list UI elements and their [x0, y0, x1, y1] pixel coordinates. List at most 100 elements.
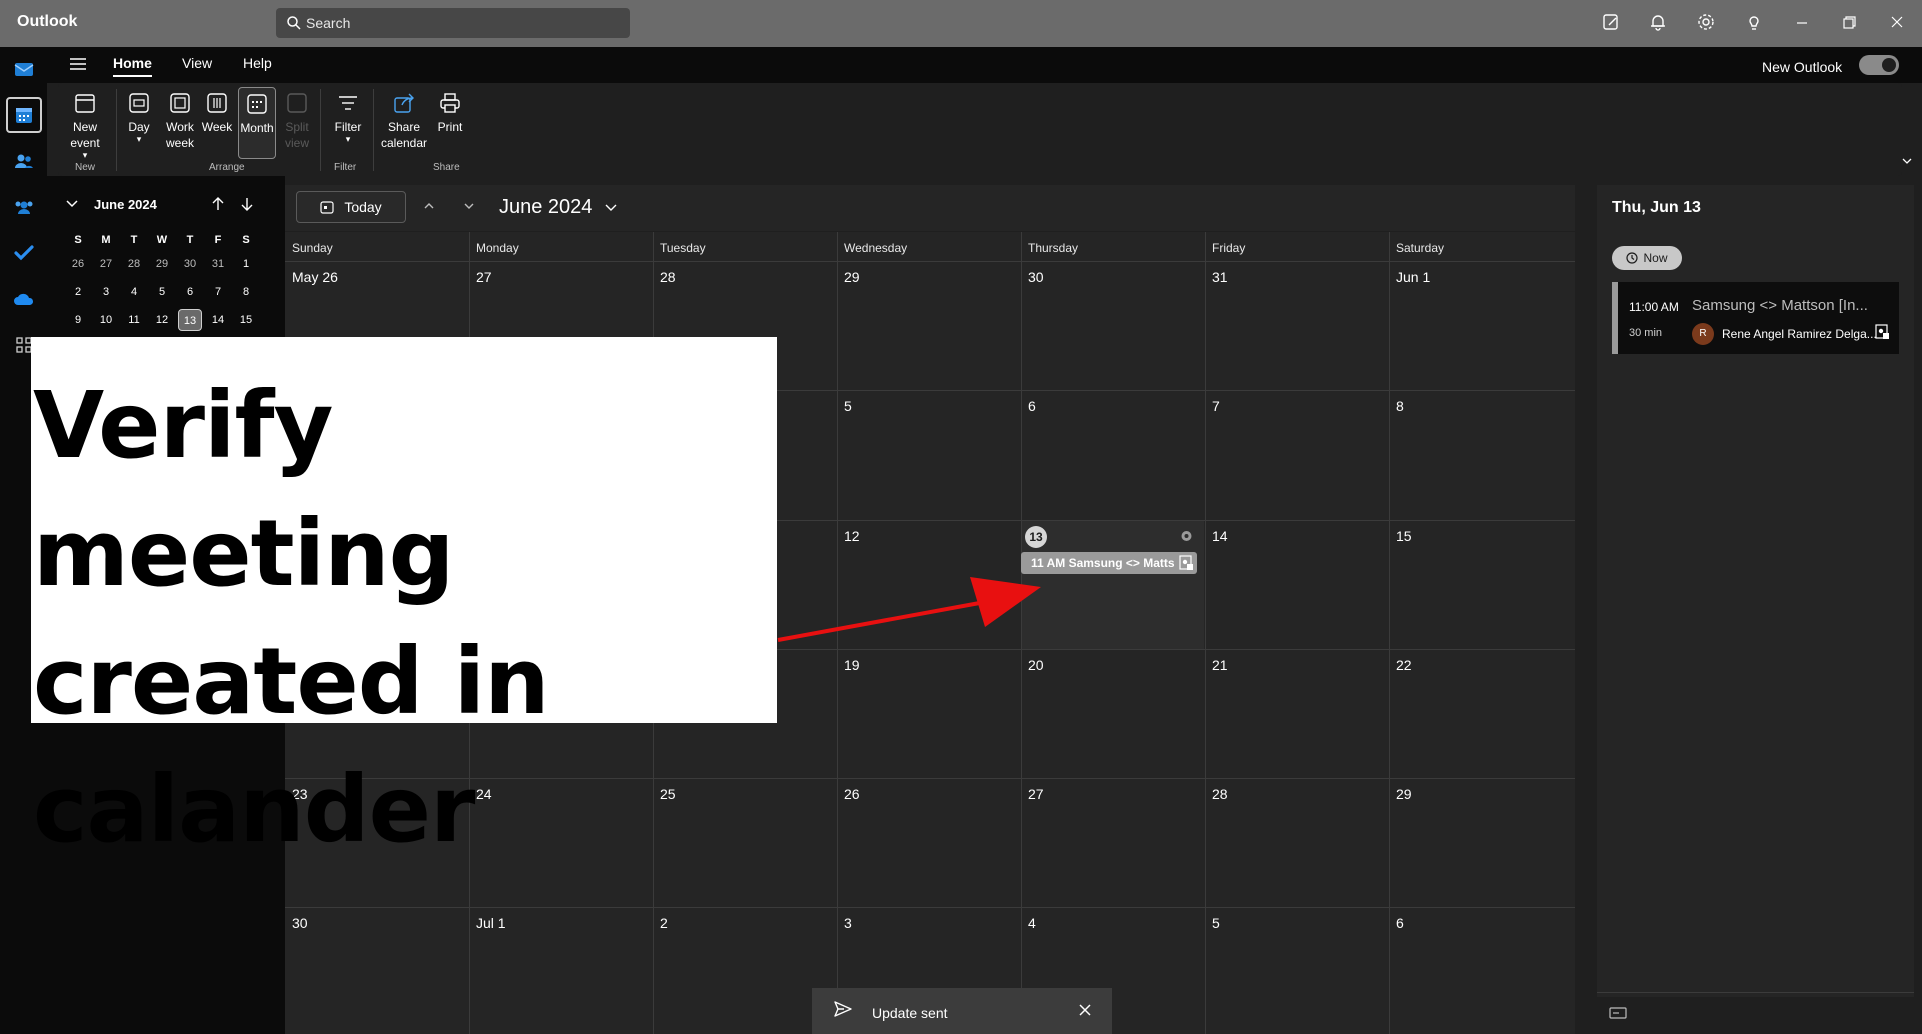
split-view-label: Split view [284, 120, 309, 150]
collapse-chevron-icon[interactable] [64, 198, 80, 210]
day-number[interactable]: Jun 1 [1396, 269, 1430, 285]
day-number[interactable]: May 26 [292, 269, 338, 285]
minimize-icon[interactable] [1792, 12, 1816, 36]
bell-icon[interactable] [1648, 12, 1672, 36]
mini-day-cell[interactable]: 29 [150, 253, 174, 275]
day-number[interactable]: 19 [844, 657, 860, 673]
month-button[interactable]: Month [238, 87, 276, 159]
rail-todo[interactable] [6, 235, 42, 271]
filter-button[interactable]: Filter ▾ [329, 87, 367, 157]
new-event-button[interactable]: New event ▾ [62, 87, 108, 160]
close-icon[interactable] [1887, 12, 1911, 36]
work-week-button[interactable]: Work week [161, 87, 199, 157]
mini-day-cell[interactable]: 30 [178, 253, 202, 275]
gear-icon[interactable] [1696, 12, 1720, 36]
mini-day-cell[interactable]: 26 [66, 253, 90, 275]
arrow-down-icon[interactable] [240, 196, 254, 212]
arrow-up-icon[interactable] [211, 196, 225, 212]
mini-day-cell[interactable]: 27 [94, 253, 118, 275]
agenda-date: Thu, Jun 13 [1612, 199, 1701, 216]
restore-icon[interactable] [1839, 12, 1863, 36]
search-box[interactable] [276, 8, 630, 38]
day-number[interactable]: 3 [844, 915, 852, 931]
mini-day-cell[interactable]: 28 [122, 253, 146, 275]
new-outlook-toggle[interactable] [1859, 55, 1899, 75]
previous-month-icon[interactable] [422, 200, 436, 212]
day-number[interactable]: 20 [1028, 657, 1044, 673]
mini-day-cell[interactable]: 7 [206, 281, 230, 303]
day-button[interactable]: Day ▾ [124, 87, 154, 157]
day-number[interactable]: 28 [1212, 786, 1228, 802]
day-number[interactable]: 14 [1212, 528, 1228, 544]
day-number[interactable]: 28 [660, 269, 676, 285]
day-number[interactable]: 7 [1212, 398, 1220, 414]
now-button[interactable]: Now [1612, 246, 1682, 270]
mini-day-cell[interactable]: 15 [234, 309, 258, 331]
week-button[interactable]: Week [201, 87, 233, 157]
chevron-down-icon: ▾ [345, 134, 351, 144]
share-calendar-button[interactable]: Share calendar [380, 87, 428, 157]
day-number[interactable]: 27 [476, 269, 492, 285]
weekday-header: Thursday [1028, 241, 1079, 255]
day-number[interactable]: 2 [660, 915, 668, 931]
mini-day-cell[interactable]: 3 [94, 281, 118, 303]
mini-day-cell[interactable]: 6 [178, 281, 202, 303]
day-number[interactable]: 30 [1028, 269, 1044, 285]
day-number[interactable]: 6 [1396, 915, 1404, 931]
rail-calendar[interactable] [6, 97, 42, 133]
day-number[interactable]: 30 [292, 915, 308, 931]
split-view-button[interactable]: Split view [282, 87, 312, 157]
mini-day-cell[interactable]: 11 [122, 309, 146, 331]
pane-toggle-icon[interactable] [1609, 1007, 1627, 1019]
today-button[interactable]: Today [296, 191, 406, 223]
mini-day-cell[interactable]: 8 [234, 281, 258, 303]
mini-day-cell[interactable]: 5 [150, 281, 174, 303]
red-arrow [777, 577, 1041, 642]
next-month-icon[interactable] [462, 200, 476, 212]
mini-day-cell[interactable]: 9 [66, 309, 90, 331]
day-number[interactable]: 31 [1212, 269, 1228, 285]
lightbulb-icon[interactable] [1744, 12, 1768, 36]
mini-day-cell[interactable]: 1 [234, 253, 258, 275]
tab-view[interactable]: View [182, 55, 212, 71]
day-number[interactable]: 6 [1028, 398, 1036, 414]
toast-close-icon[interactable] [1078, 1003, 1092, 1017]
day-number[interactable]: 29 [844, 269, 860, 285]
print-button[interactable]: Print [434, 87, 466, 157]
day-number[interactable]: 5 [1212, 915, 1220, 931]
notes-icon[interactable] [1601, 12, 1625, 36]
rail-onedrive[interactable] [6, 281, 42, 317]
agenda-event-card[interactable] [1612, 282, 1899, 354]
rail-people[interactable] [6, 143, 42, 179]
day-number[interactable]: 29 [1396, 786, 1412, 802]
day-number[interactable]: Jul 1 [476, 915, 506, 931]
hamburger-icon[interactable] [68, 56, 88, 72]
day-number[interactable]: 5 [844, 398, 852, 414]
mini-day-cell[interactable]: 13 [178, 309, 202, 331]
day-number[interactable]: 26 [844, 786, 860, 802]
mini-day-cell[interactable]: 2 [66, 281, 90, 303]
ribbon-expand-icon[interactable] [1901, 156, 1913, 166]
send-icon [833, 999, 853, 1019]
day-number[interactable]: 22 [1396, 657, 1412, 673]
people-icon [14, 152, 34, 170]
mini-day-cell[interactable]: 10 [94, 309, 118, 331]
share-calendar-label: Share calendar [380, 120, 428, 150]
day-number[interactable]: 8 [1396, 398, 1404, 414]
day-number[interactable]: 15 [1396, 528, 1412, 544]
mini-day-cell[interactable]: 4 [122, 281, 146, 303]
mini-day-cell[interactable]: 14 [206, 309, 230, 331]
day-number[interactable]: 4 [1028, 915, 1036, 931]
day-number[interactable]: 21 [1212, 657, 1228, 673]
day-number[interactable]: 27 [1028, 786, 1044, 802]
tab-home[interactable]: Home [113, 55, 152, 77]
mini-day-cell[interactable]: 31 [206, 253, 230, 275]
search-input[interactable] [306, 8, 626, 38]
day-number[interactable]: 12 [844, 528, 860, 544]
rail-groups[interactable] [6, 189, 42, 225]
month-title[interactable]: June 2024 [499, 196, 618, 219]
mini-day-cell[interactable]: 12 [150, 309, 174, 331]
week-label: Week [201, 120, 233, 134]
rail-mail[interactable] [6, 51, 42, 87]
tab-help[interactable]: Help [243, 55, 272, 71]
